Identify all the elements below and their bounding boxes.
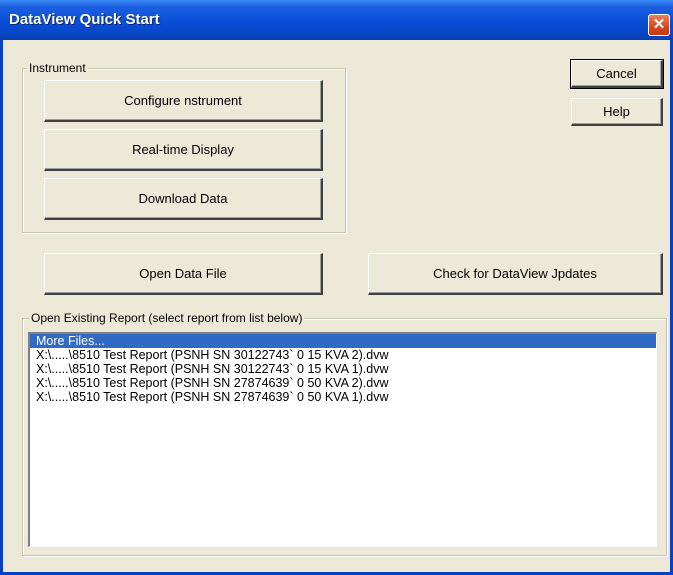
list-item[interactable]: X:\.....\8510 Test Report (PSNH SN 27874… bbox=[30, 376, 656, 390]
list-item[interactable]: X:\.....\8510 Test Report (PSNH SN 27874… bbox=[30, 390, 656, 404]
window-title: DataView Quick Start bbox=[9, 11, 160, 28]
list-item[interactable]: More Files... bbox=[30, 334, 656, 348]
realtime-display-button[interactable]: Real-time Display bbox=[44, 129, 323, 171]
configure-instrument-button[interactable]: Configure nstrument bbox=[44, 80, 323, 122]
title-bar[interactable]: DataView Quick Start ✕ bbox=[0, 0, 673, 40]
cancel-button[interactable]: Cancel bbox=[570, 59, 664, 89]
close-icon[interactable]: ✕ bbox=[648, 14, 670, 36]
report-list[interactable]: More Files... X:\.....\8510 Test Report … bbox=[28, 332, 657, 547]
open-data-file-button[interactable]: Open Data File bbox=[44, 253, 323, 295]
instrument-group-label: Instrument bbox=[27, 60, 88, 76]
help-button[interactable]: Help bbox=[571, 98, 663, 126]
list-item[interactable]: X:\.....\8510 Test Report (PSNH SN 30122… bbox=[30, 362, 656, 376]
list-item[interactable]: X:\.....\8510 Test Report (PSNH SN 30122… bbox=[30, 348, 656, 362]
download-data-button[interactable]: Download Data bbox=[44, 178, 323, 220]
check-updates-button[interactable]: Check for DataView Jpdates bbox=[368, 253, 663, 295]
reports-group-label: Open Existing Report (select report from… bbox=[29, 310, 305, 326]
